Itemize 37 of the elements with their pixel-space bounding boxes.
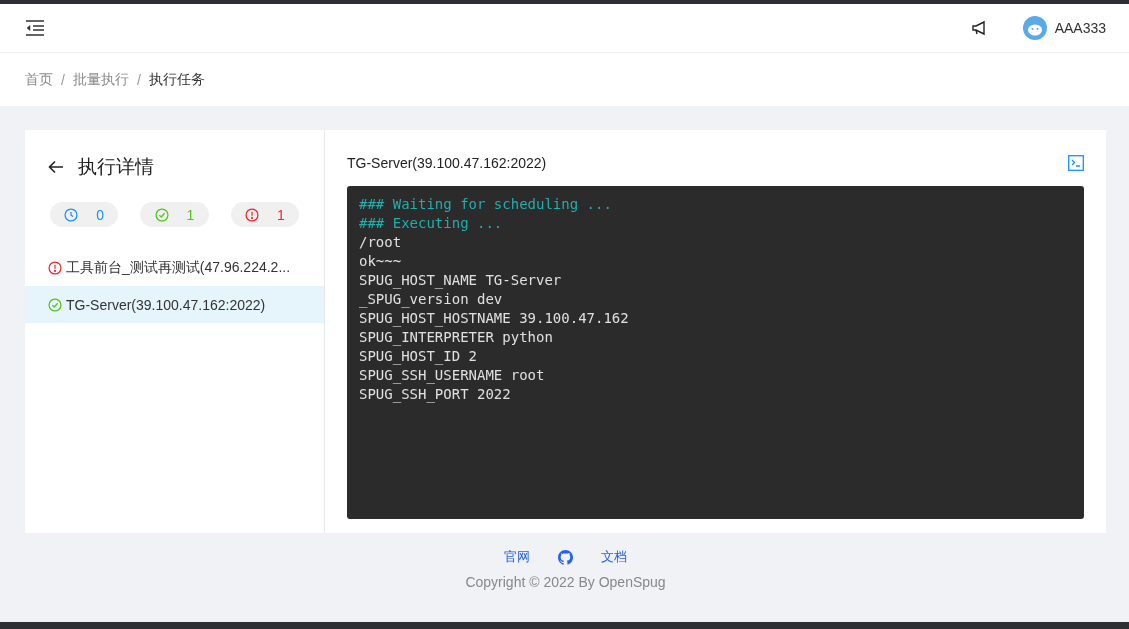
- avatar-icon[interactable]: [1022, 16, 1047, 40]
- website-link[interactable]: 官网: [504, 548, 530, 566]
- check-circle-icon: [154, 207, 169, 222]
- exclamation-circle-icon: [48, 260, 62, 275]
- clock-icon: [64, 207, 79, 222]
- breadcrumb-item[interactable]: 首页: [25, 70, 53, 89]
- host-item[interactable]: TG-Server(39.100.47.162:2022): [25, 286, 324, 323]
- log-line: ### Waiting for scheduling ...: [359, 195, 613, 214]
- exclamation-circle-icon: [244, 207, 259, 222]
- status-count[interactable]: 1: [230, 202, 299, 227]
- log-line: SPUG_SSH_USERNAME root: [359, 366, 546, 385]
- breadcrumb-item: 执行任务: [148, 70, 205, 89]
- log-line: SPUG_HOST_HOSTNAME 39.100.47.162: [359, 309, 630, 328]
- breadcrumb-item[interactable]: 批量执行: [72, 70, 129, 89]
- status-count[interactable]: 0: [50, 202, 119, 227]
- log-line: ok~~~: [359, 252, 403, 271]
- github-icon[interactable]: [558, 549, 573, 565]
- output-title: TG-Server(39.100.47.162:2022): [347, 155, 547, 171]
- docs-link[interactable]: 文档: [601, 548, 627, 566]
- log-line: SPUG_HOST_NAME TG-Server: [359, 271, 563, 290]
- back-arrow-icon[interactable]: [48, 160, 64, 174]
- breadcrumb-separator: /: [61, 71, 65, 88]
- megaphone-icon[interactable]: [970, 20, 987, 36]
- menu-fold-icon[interactable]: [25, 20, 45, 36]
- breadcrumb-separator: /: [136, 71, 141, 88]
- copyright-text: Copyright © 2022 By OpenSpug: [465, 574, 666, 590]
- log-line: SPUG_SSH_PORT 2022: [359, 385, 512, 404]
- log-line: /root: [359, 233, 403, 252]
- log-line: _SPUG_version dev: [359, 290, 504, 309]
- log-line: SPUG_HOST_ID 2: [359, 347, 478, 366]
- log-line: ### Executing ...: [359, 214, 504, 233]
- host-item[interactable]: 工具前台_测试再测试(47.96.224.2...: [25, 249, 324, 286]
- log-line: SPUG_INTERPRETER python: [359, 328, 554, 347]
- check-circle-icon: [48, 297, 62, 312]
- user-name[interactable]: AAA333: [1054, 20, 1106, 36]
- panel-title: 执行详情: [78, 155, 154, 179]
- terminal-icon[interactable]: [1068, 155, 1084, 171]
